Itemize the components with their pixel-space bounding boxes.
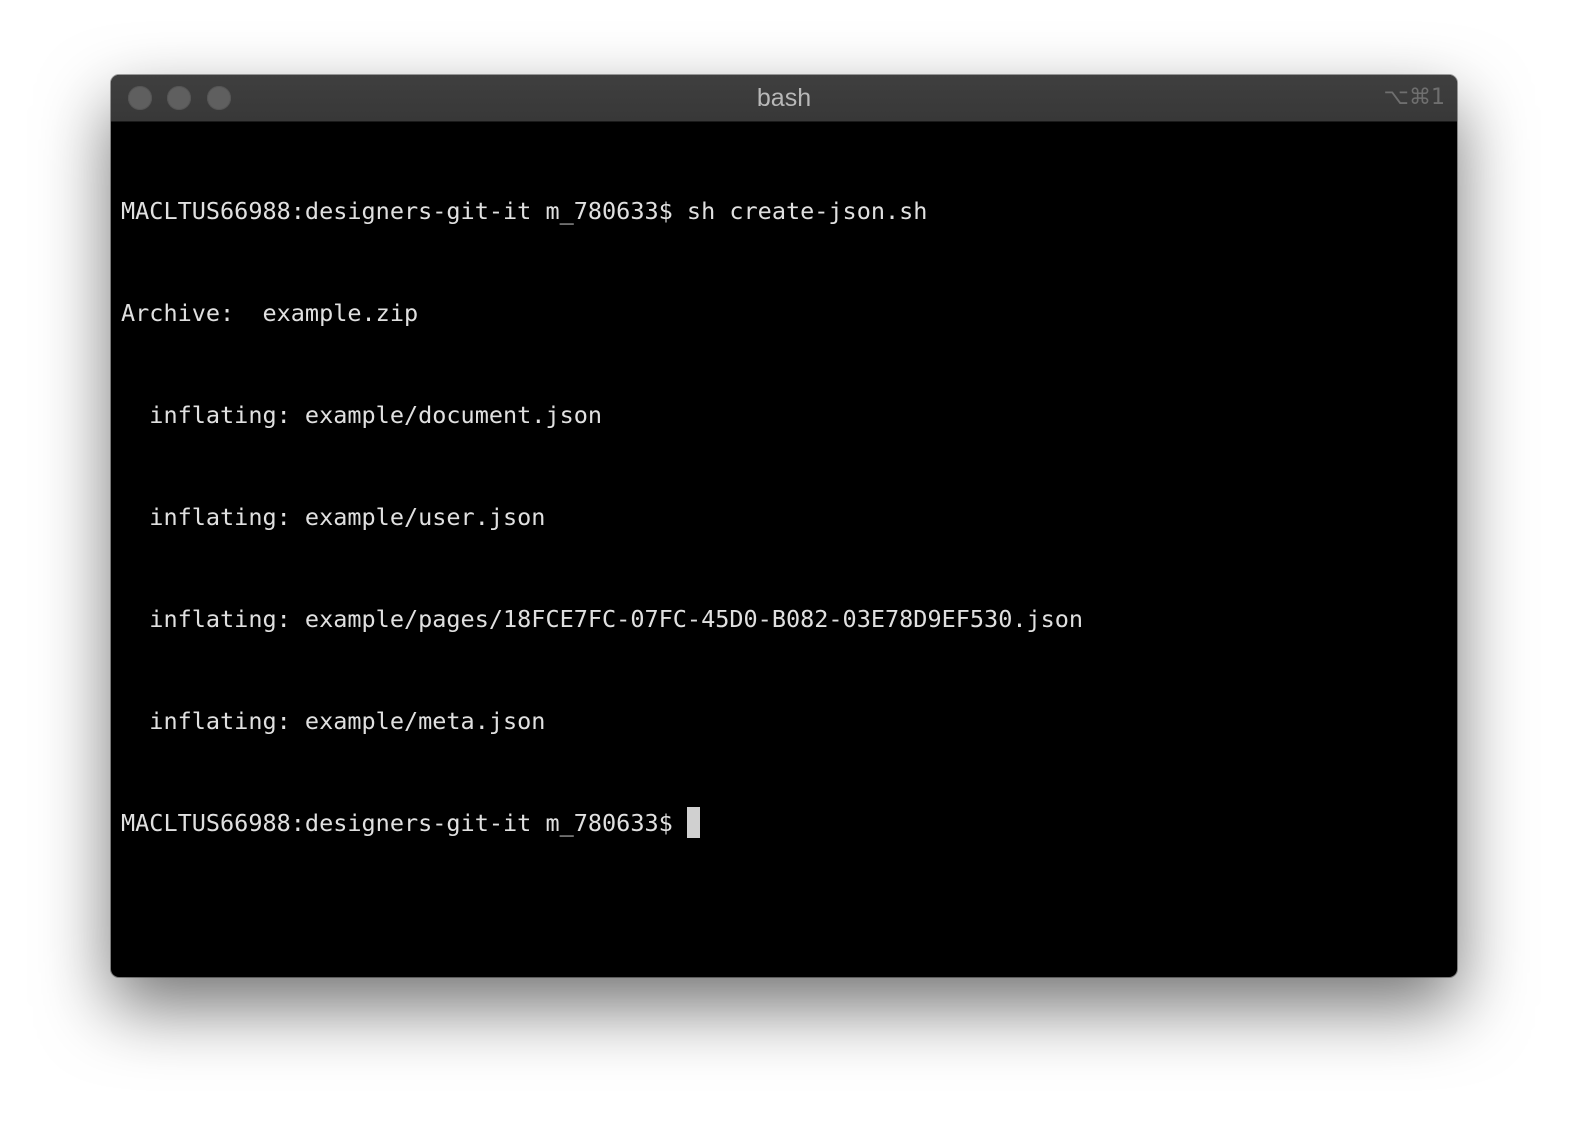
terminal-output[interactable]: MACLTUS66988:designers-git-it m_780633$ … <box>121 126 1447 977</box>
terminal-line: inflating: example/meta.json <box>121 707 546 735</box>
terminal-line: Archive: example.zip <box>121 299 419 327</box>
prompt-line[interactable]: MACLTUS66988:designers-git-it m_780633$ <box>121 806 1447 840</box>
title-bar: bash ⌥⌘1 <box>111 75 1457 122</box>
shell-prompt: MACLTUS66988:designers-git-it m_780633$ <box>121 809 687 837</box>
window-title: bash <box>756 84 812 112</box>
terminal-window: bash ⌥⌘1 MACLTUS66988:designers-git-it m… <box>111 75 1457 977</box>
text-cursor <box>686 807 700 838</box>
window-shortcut-label: ⌥⌘1 <box>1383 85 1445 110</box>
terminal-line: MACLTUS66988:designers-git-it m_780633$ … <box>121 197 928 225</box>
terminal-line: inflating: example/user.json <box>121 503 546 531</box>
terminal-line: inflating: example/pages/18FCE7FC-07FC-4… <box>121 605 1084 633</box>
terminal-line: inflating: example/document.json <box>121 401 603 429</box>
